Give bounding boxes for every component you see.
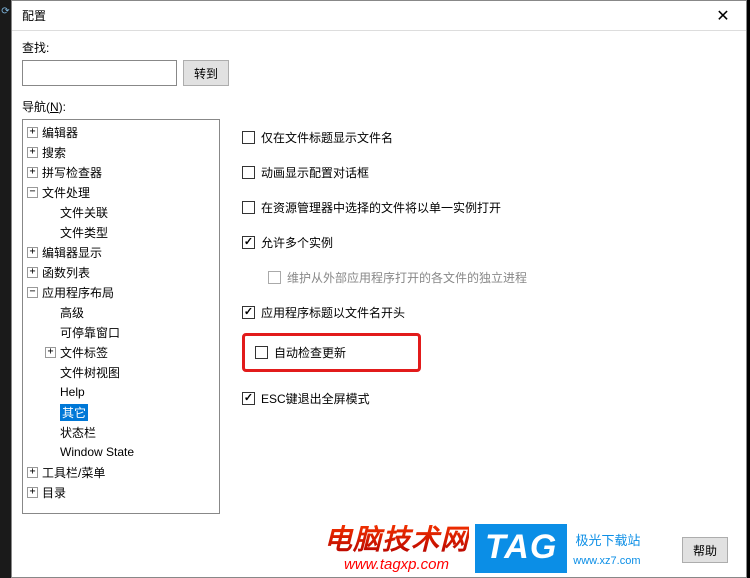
nav-label: 导航(N): (22, 98, 736, 115)
collapse-icon[interactable]: − (27, 187, 38, 198)
option-label: 仅在文件标题显示文件名 (261, 129, 393, 146)
tree-item-label: 文件类型 (60, 224, 108, 241)
goto-button[interactable]: 转到 (183, 60, 229, 86)
checkbox (268, 271, 281, 284)
main-area: +编辑器+搜索+拼写检查器−文件处理文件关联文件类型+编辑器显示+函数列表−应用… (22, 119, 736, 567)
tree-item[interactable]: Window State (23, 442, 219, 462)
search-row: 转到 (22, 60, 736, 86)
option-label: 在资源管理器中选择的文件将以单一实例打开 (261, 199, 501, 216)
tree-item-label: 可停靠窗口 (60, 324, 120, 341)
option-row: ESC键退出全屏模式 (242, 390, 726, 407)
options-panel: 仅在文件标题显示文件名动画显示配置对话框在资源管理器中选择的文件将以单一实例打开… (238, 119, 736, 567)
expand-icon[interactable]: + (27, 167, 38, 178)
tree-item[interactable]: −文件处理 (23, 182, 219, 202)
expand-icon[interactable]: + (27, 247, 38, 258)
dialog-body: 查找: 转到 导航(N): +编辑器+搜索+拼写检查器−文件处理文件关联文件类型… (12, 31, 746, 577)
expand-icon[interactable]: + (27, 147, 38, 158)
config-dialog: 配置 ✕ 查找: 转到 导航(N): +编辑器+搜索+拼写检查器−文件处理文件关… (11, 0, 747, 578)
tree-item[interactable]: 其它 (23, 402, 219, 422)
tree-item[interactable]: 文件关联 (23, 202, 219, 222)
option-row: 应用程序标题以文件名开头 (242, 304, 726, 321)
expand-icon[interactable]: + (27, 487, 38, 498)
close-icon[interactable]: ✕ (708, 6, 738, 26)
option-label: 允许多个实例 (261, 234, 333, 251)
search-label: 查找: (22, 39, 49, 56)
tree-item[interactable]: 可停靠窗口 (23, 322, 219, 342)
search-input[interactable] (22, 60, 177, 86)
tree-item-label: 文件树视图 (60, 364, 120, 381)
dialog-title: 配置 (22, 7, 46, 24)
tree-item-label: Help (60, 385, 85, 399)
app-left-edge: ⟳ (0, 0, 11, 578)
nav-tree[interactable]: +编辑器+搜索+拼写检查器−文件处理文件关联文件类型+编辑器显示+函数列表−应用… (22, 119, 220, 514)
search-label-row: 查找: (22, 39, 736, 56)
tree-item[interactable]: 文件类型 (23, 222, 219, 242)
tree-item-label: 应用程序布局 (42, 284, 114, 301)
tree-item[interactable]: + 文件标签 (23, 342, 219, 362)
option-row: 维护从外部应用程序打开的各文件的独立进程 (268, 269, 726, 286)
option-row: 允许多个实例 (242, 234, 726, 251)
option-label: 应用程序标题以文件名开头 (261, 304, 405, 321)
option-label: ESC键退出全屏模式 (261, 390, 370, 407)
watermark-text: 电脑技术网 www.tagxp.com (324, 518, 469, 573)
tree-item-label: 文件处理 (42, 184, 90, 201)
tree-item[interactable]: + 编辑器 (23, 122, 219, 142)
tree-item[interactable]: + 函数列表 (23, 262, 219, 282)
tree-item-label: 搜索 (42, 144, 66, 161)
option-label: 动画显示配置对话框 (261, 164, 369, 181)
option-label: 维护从外部应用程序打开的各文件的独立进程 (287, 269, 527, 286)
help-button[interactable]: 帮助 (682, 537, 728, 563)
checkbox[interactable] (242, 166, 255, 179)
tree-item-label: 工具栏/菜单 (42, 464, 105, 481)
tree-item-label: 目录 (42, 484, 66, 501)
tree-item[interactable]: + 工具栏/菜单 (23, 462, 219, 482)
titlebar: 配置 ✕ (12, 1, 746, 31)
checkbox[interactable] (242, 131, 255, 144)
option-row: 动画显示配置对话框 (242, 164, 726, 181)
checkbox[interactable] (255, 346, 268, 359)
tree-item-label: 拼写检查器 (42, 164, 102, 181)
tree-item-label: 文件标签 (60, 344, 108, 361)
expand-icon[interactable]: + (27, 267, 38, 278)
checkbox[interactable] (242, 201, 255, 214)
tree-item-label: 其它 (60, 404, 88, 421)
tree-item[interactable]: 文件树视图 (23, 362, 219, 382)
option-row: 仅在文件标题显示文件名 (242, 129, 726, 146)
tree-item-label: 函数列表 (42, 264, 90, 281)
tree-item[interactable]: + 搜索 (23, 142, 219, 162)
tree-item[interactable]: + 编辑器显示 (23, 242, 219, 262)
checkbox[interactable] (242, 306, 255, 319)
tree-item[interactable]: Help (23, 382, 219, 402)
option-row: 在资源管理器中选择的文件将以单一实例打开 (242, 199, 726, 216)
tree-item[interactable]: −应用程序布局 (23, 282, 219, 302)
tree-item[interactable]: 状态栏 (23, 422, 219, 442)
tree-item-label: 编辑器 (42, 124, 78, 141)
watermark: 电脑技术网 www.tagxp.com TAG 极光下载站 www.xz7.co… (324, 518, 641, 573)
tree-item-label: 高级 (60, 304, 84, 321)
tree-item-label: 编辑器显示 (42, 244, 102, 261)
tree-item[interactable]: 高级 (23, 302, 219, 322)
tag-badge: TAG (475, 524, 567, 573)
bottom-buttons: 帮助 (682, 537, 728, 563)
tree-item-label: Window State (60, 445, 134, 459)
tree-item[interactable]: + 目录 (23, 482, 219, 502)
highlighted-option: 自动检查更新 (242, 333, 421, 372)
option-label: 自动检查更新 (274, 344, 346, 361)
expand-icon[interactable]: + (45, 347, 56, 358)
checkbox[interactable] (242, 392, 255, 405)
expand-icon[interactable]: + (27, 467, 38, 478)
checkbox[interactable] (242, 236, 255, 249)
tree-item[interactable]: + 拼写检查器 (23, 162, 219, 182)
expand-icon[interactable]: + (27, 127, 38, 138)
tree-item-label: 状态栏 (60, 424, 96, 441)
tree-item-label: 文件关联 (60, 204, 108, 221)
collapse-icon[interactable]: − (27, 287, 38, 298)
